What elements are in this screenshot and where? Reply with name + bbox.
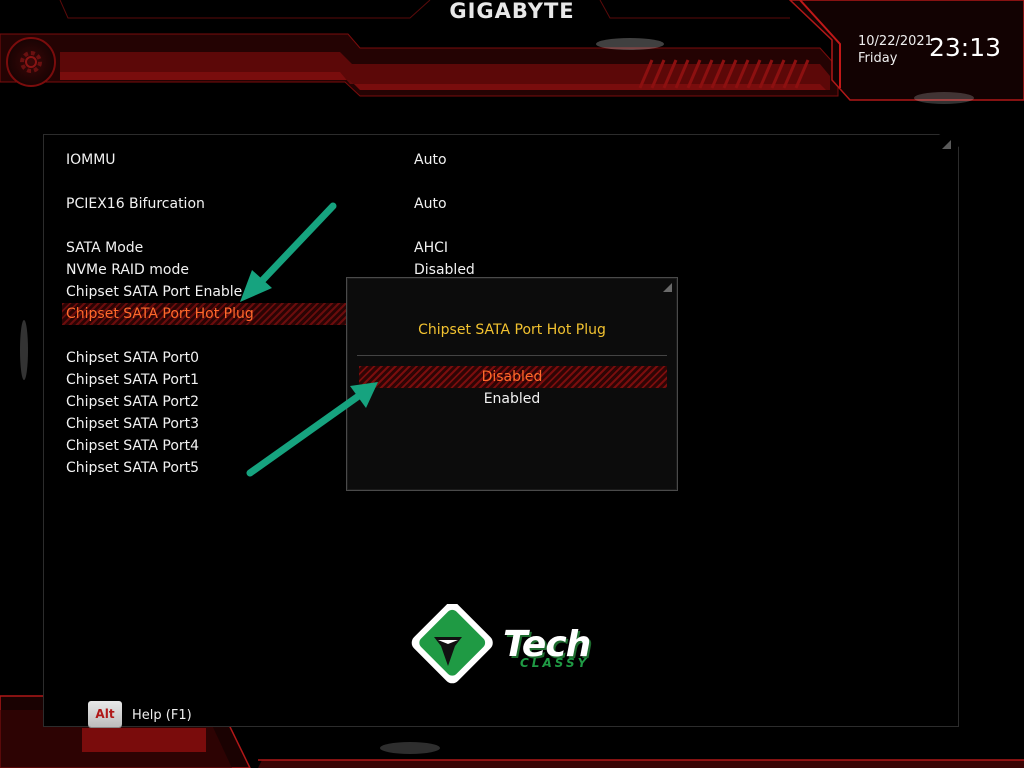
setting-sata-mode-value[interactable]: AHCI [414,237,448,259]
logo-text-sub: CLASSY [520,656,590,670]
setting-pciex16-bifurcation[interactable]: PCIEX16 Bifurcation [66,193,205,215]
setting-chipset-sata-port3[interactable]: Chipset SATA Port3 [66,413,199,435]
popup-divider [357,355,667,356]
panel-corner-mark [942,140,951,149]
setting-chipset-sata-port0[interactable]: Chipset SATA Port0 [66,347,199,369]
setting-pciex16-bifurcation-value[interactable]: Auto [414,193,447,215]
header-bar: GIGABYTE 10/22/2021 Friday 23:13 [0,0,1024,110]
setting-nvme-raid-mode[interactable]: NVMe RAID mode [66,259,189,281]
setting-chipset-sata-port4[interactable]: Chipset SATA Port4 [66,435,199,457]
setting-iommu-value[interactable]: Auto [414,149,447,171]
setting-chipset-sata-port-enable[interactable]: Chipset SATA Port Enable [66,281,242,303]
setting-sata-mode[interactable]: SATA Mode [66,237,143,259]
setting-iommu[interactable]: IOMMU [66,149,116,171]
day-text: Friday [858,51,898,66]
alt-key-icon: Alt [88,701,122,727]
option-popup: Chipset SATA Port Hot Plug Disabled Enab… [346,277,678,491]
setting-chipset-sata-port-hot-plug[interactable]: Chipset SATA Port Hot Plug [66,303,254,325]
brand-logo-text: GIGABYTE [449,0,575,23]
date-display: 10/22/2021 Friday [858,33,933,67]
setting-chipset-sata-port1[interactable]: Chipset SATA Port1 [66,369,199,391]
date-text: 10/22/2021 [858,34,933,49]
popup-corner-mark [663,283,672,292]
settings-button[interactable] [6,37,56,87]
help-bar [82,728,206,752]
setting-chipset-sata-port2[interactable]: Chipset SATA Port2 [66,391,199,413]
popup-option-enabled[interactable]: Enabled [347,388,677,410]
help-button[interactable]: Help (F1) [132,708,192,723]
popup-option-disabled[interactable]: Disabled [347,366,677,388]
gear-icon [20,51,42,73]
setting-chipset-sata-port5[interactable]: Chipset SATA Port5 [66,457,199,479]
popup-title: Chipset SATA Port Hot Plug [418,322,606,338]
clock-time: 23:13 [929,33,1002,62]
